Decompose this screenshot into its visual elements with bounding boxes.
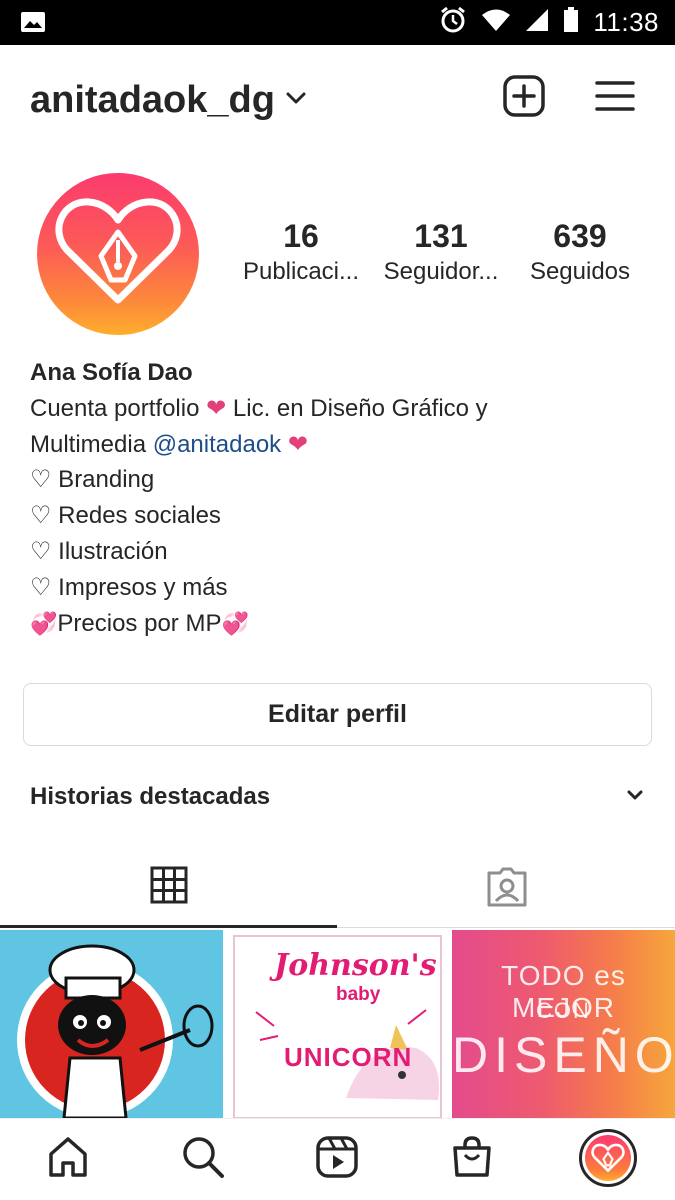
posts-count: 16	[283, 218, 319, 254]
post-brand-text: Johnson's	[274, 948, 437, 983]
bio-text: Multimedia	[30, 430, 147, 458]
wifi-icon	[481, 8, 511, 37]
followers-label: Seguidor...	[383, 258, 499, 285]
bottom-navigation	[0, 1118, 675, 1200]
stat-following[interactable]: 639 Seguidos	[510, 218, 650, 286]
profile-tabs	[0, 850, 675, 928]
tab-grid[interactable]	[0, 850, 337, 928]
following-label: Seguidos	[529, 258, 631, 285]
image-notification-icon	[20, 11, 46, 38]
heart-emoji-icon: ❤	[287, 430, 308, 458]
bio-list-item: ♡ Ilustración	[30, 537, 168, 565]
edit-profile-button[interactable]: Editar perfil	[23, 683, 652, 746]
new-post-button[interactable]	[501, 74, 547, 123]
stat-followers[interactable]: 131 Seguidor...	[371, 218, 511, 286]
two-hearts-emoji-icon: 💞	[30, 610, 58, 636]
bio-list-item: ♡ Branding	[30, 466, 155, 494]
nav-home-button[interactable]	[40, 1131, 96, 1187]
new-post-icon	[502, 74, 546, 123]
mention-link[interactable]: @anitadaok	[153, 431, 281, 458]
reels-icon	[315, 1135, 359, 1184]
username: anitadaok_dg	[30, 79, 275, 121]
post-title-line: DISEÑO	[452, 1027, 675, 1083]
bio-text: Precios por MP	[57, 609, 222, 637]
menu-button[interactable]	[592, 75, 638, 121]
followers-count: 131	[414, 218, 468, 254]
grid-icon	[150, 866, 188, 909]
profile-avatar[interactable]	[37, 173, 199, 335]
bio-line-1: Cuenta portfolio ❤ Lic. en Diseño Gráfic…	[30, 391, 650, 427]
bio-pricing-line: 💞Precios por MP💞	[30, 606, 650, 642]
alarm-icon	[439, 6, 467, 39]
search-icon	[181, 1135, 225, 1184]
status-bar: 11:38	[0, 0, 675, 45]
home-icon	[46, 1135, 90, 1184]
bio-list-item: ♡ Impresos y más	[30, 573, 228, 601]
profile-avatar-icon	[585, 1135, 631, 1181]
nav-profile-button[interactable]	[579, 1129, 637, 1187]
chevron-down-icon	[625, 788, 645, 807]
nav-reels-button[interactable]	[309, 1131, 365, 1187]
heart-pen-logo-icon	[53, 192, 183, 317]
posts-label: Publicaci...	[242, 258, 360, 285]
status-time: 11:38	[593, 7, 659, 37]
nav-shop-button[interactable]	[444, 1131, 500, 1187]
heart-emoji-icon: ❤	[206, 394, 227, 422]
signal-icon	[525, 8, 549, 37]
post-product-text: UNICORN	[284, 1042, 413, 1072]
bio-text: Lic. en Diseño Gráfico y	[232, 394, 488, 422]
post-sub-text: baby	[336, 984, 381, 1005]
tagged-person-icon	[486, 867, 528, 912]
two-hearts-emoji-icon: 💞	[221, 610, 249, 636]
posts-grid: Johnson's baby UNICORN TODO es MEJOR CON…	[0, 930, 675, 1118]
tab-tagged[interactable]	[338, 850, 675, 928]
chevron-down-icon	[285, 91, 307, 110]
following-count: 639	[553, 218, 607, 254]
bio-list-item: ♡ Redes sociales	[30, 502, 221, 530]
hamburger-menu-icon	[595, 79, 635, 118]
status-right-group: 11:38	[439, 0, 659, 45]
story-highlights-toggle[interactable]: Historias destacadas	[30, 780, 645, 814]
bio-line-2: Multimedia @anitadaok ❤	[30, 427, 650, 463]
chef-character-illustration	[17, 944, 214, 1118]
profile-header: anitadaok_dg	[0, 45, 675, 155]
nav-search-button[interactable]	[175, 1131, 231, 1187]
post-thumbnail[interactable]	[0, 930, 223, 1118]
post-thumbnail[interactable]: TODO es MEJOR CON DISEÑO	[452, 930, 675, 1118]
bio-text: Cuenta portfolio	[30, 394, 200, 422]
profile-bio: Ana Sofía Dao Cuenta portfolio ❤ Lic. en…	[30, 355, 650, 641]
highlights-title: Historias destacadas	[30, 783, 271, 810]
shop-icon	[450, 1135, 494, 1184]
battery-icon	[563, 7, 579, 38]
stat-posts[interactable]: 16 Publicaci...	[231, 218, 371, 286]
post-thumbnail[interactable]: Johnson's baby UNICORN	[226, 930, 449, 1118]
account-switcher[interactable]: anitadaok_dg	[30, 79, 307, 122]
display-name: Ana Sofía Dao	[30, 359, 193, 386]
post-title-line: CON	[536, 998, 591, 1023]
